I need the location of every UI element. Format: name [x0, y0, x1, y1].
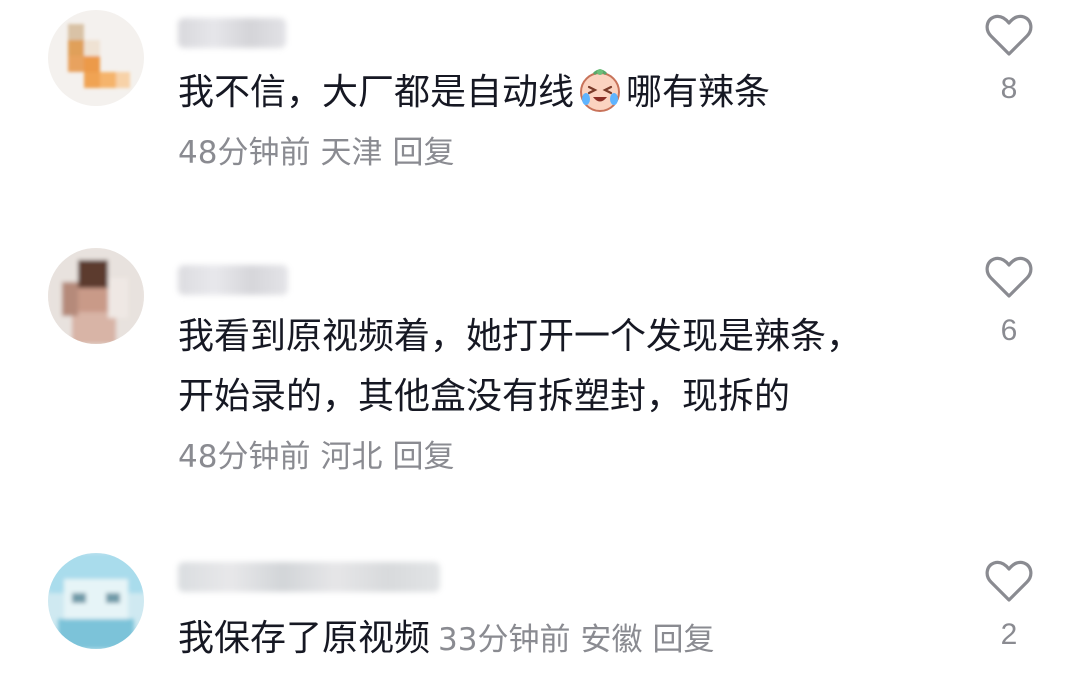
comment-location: 河北 — [320, 439, 383, 475]
comment-item: 我不信，大厂都是自动线 哪有辣条 48分钟前 天津 回复 8 — [0, 0, 1080, 200]
heart-outline-icon — [985, 560, 1033, 602]
avatar[interactable] — [48, 248, 144, 344]
like-button[interactable]: 8 — [982, 12, 1036, 106]
comment-location: 天津 — [320, 135, 383, 171]
heart-outline-icon — [985, 256, 1033, 298]
comment-time: 33分钟前 — [438, 622, 571, 658]
comment-time: 48分钟前 — [178, 135, 311, 171]
comment-text: 我保存了原视频 33分钟前 安徽 回复 — [178, 608, 724, 671]
like-count: 6 — [1000, 314, 1018, 347]
comment-text-line: 开始录的，其他盒没有拆塑封，现拆的 — [178, 376, 791, 417]
username-blurred[interactable] — [178, 18, 286, 48]
comment-text-part: 我不信，大厂都是自动线 — [178, 72, 575, 113]
reply-button[interactable]: 回复 — [392, 439, 454, 475]
comment-meta: 33分钟前 安徽 回复 — [438, 622, 724, 658]
reply-button[interactable]: 回复 — [652, 622, 714, 658]
avatar[interactable] — [48, 553, 144, 649]
comment-text-part: 哪有辣条 — [626, 72, 771, 113]
like-button[interactable]: 6 — [982, 254, 1036, 348]
like-count: 8 — [1000, 72, 1018, 105]
comment-text: 我不信，大厂都是自动线 哪有辣条 — [178, 62, 770, 124]
crying-laughing-face-icon — [580, 69, 621, 112]
username-blurred[interactable] — [178, 562, 440, 592]
comment-text-line: 我看到原视频着，她打开一个发现是辣条， — [178, 316, 863, 357]
username-blurred[interactable] — [178, 265, 288, 295]
avatar[interactable] — [48, 10, 144, 106]
comment-location: 安徽 — [580, 622, 643, 658]
like-button[interactable]: 2 — [982, 558, 1036, 652]
comment-time: 48分钟前 — [178, 439, 311, 475]
reply-button[interactable]: 回复 — [392, 135, 454, 171]
comment-meta: 48分钟前 天津 回复 — [178, 133, 464, 173]
comment-text: 我看到原视频着，她打开一个发现是辣条， — [178, 306, 862, 368]
comment-text: 开始录的，其他盒没有拆塑封，现拆的 — [178, 366, 790, 428]
heart-outline-icon — [985, 14, 1033, 56]
like-count: 2 — [1000, 618, 1018, 651]
comment-text-line: 我保存了原视频 — [178, 618, 431, 659]
comment-meta: 48分钟前 河北 回复 — [178, 437, 464, 477]
